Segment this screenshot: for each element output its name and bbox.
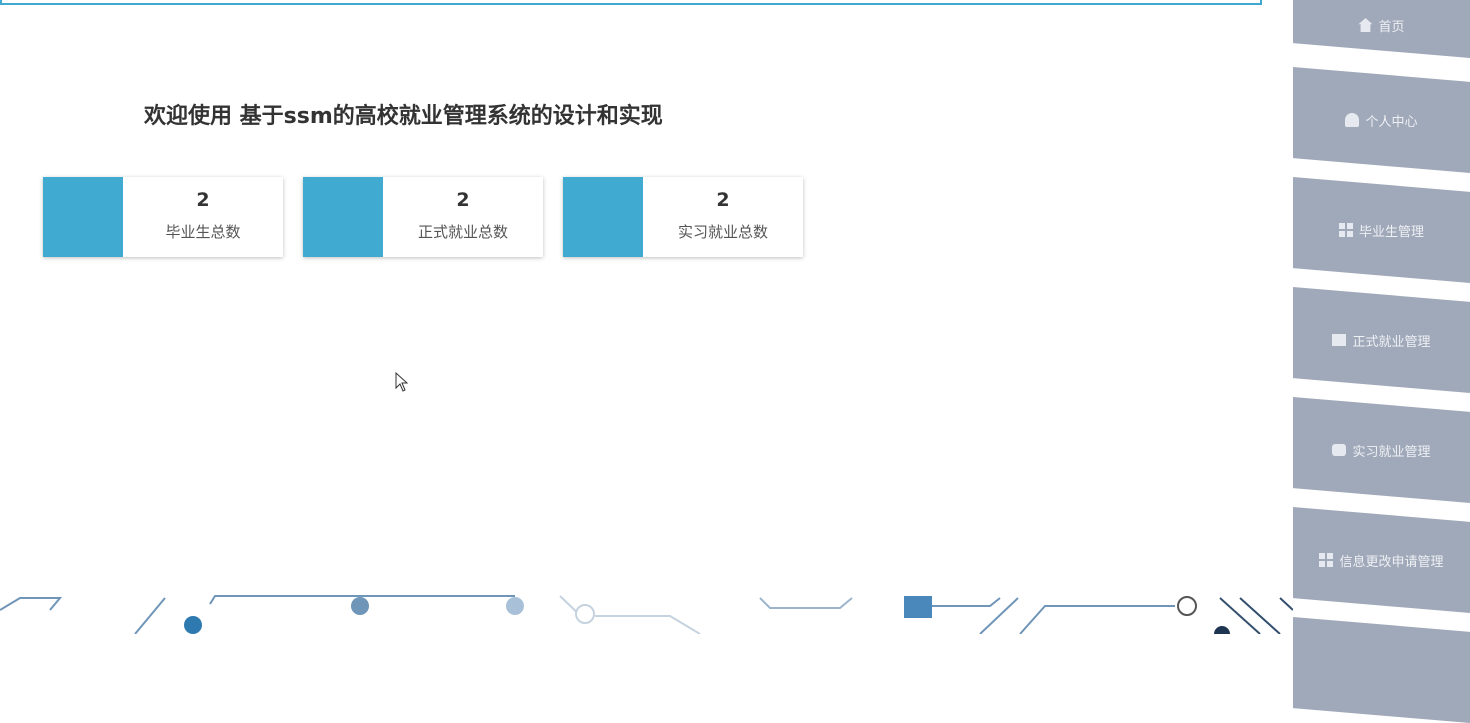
sidebar-item-label: 实习就业管理 (1352, 444, 1431, 460)
sidebar-item-formal-employment[interactable]: 正式就业管理 (1293, 287, 1470, 393)
sidebar-item-label: 个人中心 (1365, 114, 1418, 130)
sidebar-item-label: 正式就业管理 (1352, 334, 1431, 350)
stat-icon-block (563, 177, 643, 257)
sidebar-menu: 首页 个人中心 毕业生管理 正式就业管理 实习就业管理 信息更改申请管理 (1293, 0, 1470, 723)
stat-card-graduates: 2 毕业生总数 (43, 177, 283, 257)
stat-icon-block (303, 177, 383, 257)
user-icon (1345, 113, 1360, 127)
stat-card-internship: 2 实习就业总数 (563, 177, 803, 257)
grid-icon (1338, 223, 1353, 237)
sidebar-item-label: 信息更改申请管理 (1339, 554, 1444, 570)
monitor-icon (1332, 334, 1347, 346)
sidebar-item-graduates[interactable]: 毕业生管理 (1293, 177, 1470, 283)
stat-label: 正式就业总数 (417, 223, 508, 241)
sidebar-item-profile[interactable]: 个人中心 (1293, 67, 1470, 173)
stat-card-formal-employment: 2 正式就业总数 (303, 177, 543, 257)
sidebar-item-info-change-requests[interactable]: 信息更改申请管理 (1293, 507, 1470, 613)
sidebar-item-internship[interactable]: 实习就业管理 (1293, 397, 1470, 503)
page-title: 欢迎使用 基于ssm的高校就业管理系统的设计和实现 (144, 104, 663, 129)
stat-label: 实习就业总数 (677, 223, 768, 241)
top-frame (0, 0, 1262, 5)
circuit-decoration (0, 595, 1293, 634)
sidebar-item-label: 首页 (1378, 19, 1405, 35)
sidebar-item-label: 毕业生管理 (1358, 224, 1424, 240)
monitor-icon (1332, 444, 1347, 456)
sidebar-item-more[interactable] (1293, 617, 1470, 723)
sidebar-item-home[interactable]: 首页 (1293, 0, 1470, 58)
stat-icon-block (43, 177, 123, 257)
stat-value: 2 (456, 189, 470, 211)
stat-label: 毕业生总数 (165, 223, 241, 241)
stat-value: 2 (716, 189, 730, 211)
grid-icon (1319, 553, 1334, 567)
mouse-cursor-icon (395, 372, 409, 392)
home-icon (1358, 18, 1373, 32)
stat-value: 2 (196, 189, 210, 211)
